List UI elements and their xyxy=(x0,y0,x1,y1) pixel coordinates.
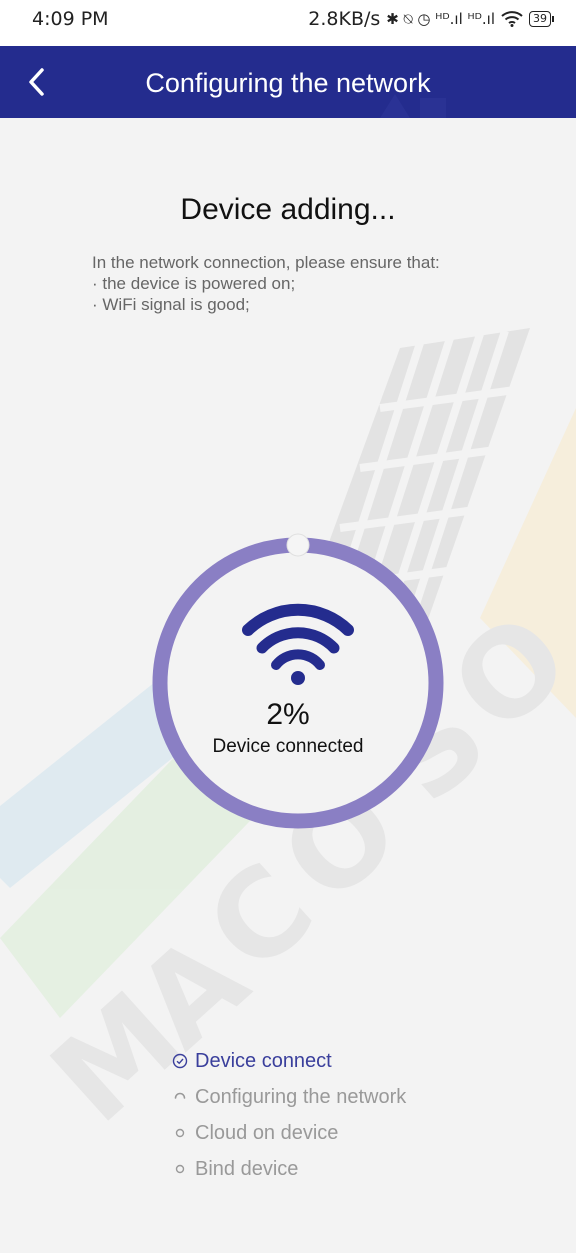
notice-item: · WiFi signal is good; xyxy=(92,295,250,314)
progress-label: Device connected xyxy=(212,736,364,757)
status-heading: Device adding... xyxy=(180,193,396,226)
status-indicators: 2.8KB/s ✱ ⍉ ◷ ᴴᴰ.ıl ᴴᴰ.ıl 39 xyxy=(308,8,554,30)
step-label: Cloud on device xyxy=(195,1121,339,1144)
check-circle-icon xyxy=(172,1053,188,1069)
status-icons: ✱ ⍉ ◷ ᴴᴰ.ıl ᴴᴰ.ıl xyxy=(386,10,495,28)
svg-text:O: O xyxy=(426,588,576,760)
wifi-status-icon xyxy=(501,11,523,27)
step-cloud-on-device: Cloud on device xyxy=(172,1115,406,1151)
step-list: Device connect Configuring the network C… xyxy=(172,1043,406,1187)
network-speed: 2.8KB/s xyxy=(308,8,381,30)
page-title: Configuring the network xyxy=(145,68,431,98)
status-bar: 4:09 PM 2.8KB/s ✱ ⍉ ◷ ᴴᴰ.ıl ᴴᴰ.ıl 39 xyxy=(0,0,576,46)
svg-text:C: C xyxy=(181,837,339,999)
circle-icon xyxy=(175,1128,185,1138)
step-label: Device connect xyxy=(195,1049,332,1072)
notice-intro: In the network connection, please ensure… xyxy=(92,253,440,272)
spinner-icon xyxy=(174,1092,186,1099)
status-time: 4:09 PM xyxy=(32,8,109,30)
notice-item: · the device is powered on; xyxy=(92,274,296,293)
step-bind-device: Bind device xyxy=(172,1151,406,1187)
step-label: Bind device xyxy=(195,1157,299,1180)
step-device-connect: Device connect xyxy=(172,1043,406,1079)
battery-icon: 39 xyxy=(529,11,554,27)
progress-ring xyxy=(152,533,444,829)
step-configuring-network: Configuring the network xyxy=(172,1079,406,1115)
notice-text: In the network connection, please ensure… xyxy=(92,252,440,315)
progress-handle xyxy=(286,533,310,557)
progress-percent: 2% xyxy=(266,698,310,731)
step-label: Configuring the network xyxy=(195,1085,407,1108)
app-bar: Configuring the network xyxy=(0,46,576,118)
battery-level: 39 xyxy=(529,11,551,27)
circle-icon xyxy=(175,1164,185,1174)
